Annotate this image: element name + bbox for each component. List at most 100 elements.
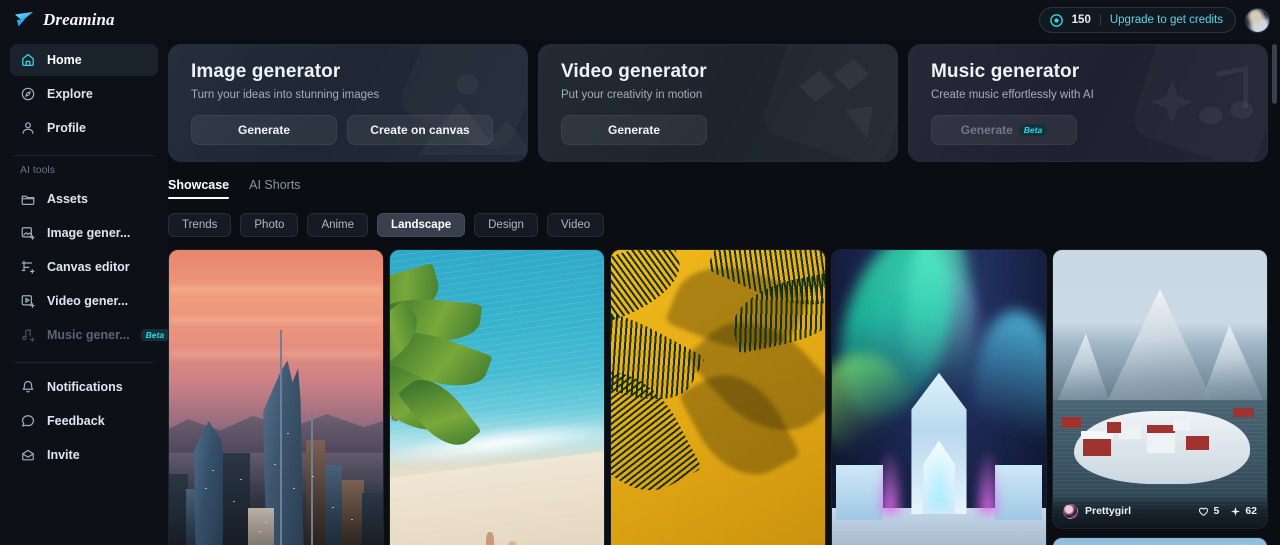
gallery-card[interactable]: Prettygirl 5 62 [1052,249,1268,529]
artwork-sky-clouds [1053,538,1267,545]
sidebar-item-label: Canvas editor [47,260,130,274]
sidebar-item-home[interactable]: Home [10,44,158,76]
card-subtitle: Create music effortlessly with AI [931,89,1094,101]
sidebar-item-canvas-editor[interactable]: Canvas editor [10,251,158,283]
coin-icon [1049,13,1063,27]
sidebar-item-explore[interactable]: Explore [10,78,158,110]
tab-label: Showcase [168,178,230,192]
sidebar-item-label: Invite [47,448,80,462]
dreamina-app: Dreamina 150 Upgrade to get credits Home… [0,0,1280,545]
card-buttons: Generate Create on canvas [191,115,509,145]
chip-design[interactable]: Design [474,213,538,237]
card-buttons: Generate [561,115,879,145]
chip-label: Video [560,219,591,231]
button-label: Generate [960,123,1013,137]
scrollbar-thumb[interactable] [1272,44,1277,104]
gallery-card[interactable] [389,249,605,545]
image-plus-icon [21,227,35,240]
video-generate-button[interactable]: Generate [561,115,707,145]
avatar[interactable] [1245,7,1270,33]
gallery-column: Prettygirl 5 62 [1052,249,1268,545]
sidebar-item-assets[interactable]: Assets [10,183,158,215]
chip-trends[interactable]: Trends [168,213,232,237]
sidebar-item-invite[interactable]: Invite [10,439,158,471]
music-generate-button[interactable]: Generate Beta [931,115,1077,145]
top-bar-right: 150 Upgrade to get credits [1038,7,1270,33]
sidebar-item-notifications[interactable]: Notifications [10,371,158,403]
sidebar-item-label: Explore [47,87,93,101]
sidebar-item-image-generator[interactable]: Image gener... [10,217,158,249]
showcase-gallery: Prettygirl 5 62 [168,249,1268,545]
sidebar: Home Explore Profile AI tools Assets Ima… [0,40,170,545]
image-generator-card[interactable]: Image generator Turn your ideas into stu… [168,44,528,162]
image-generate-button[interactable]: Generate [191,115,337,145]
beta-badge: Beta [1018,123,1048,137]
chip-anime[interactable]: Anime [307,213,369,237]
artwork-aurora-ice-palace [832,250,1046,545]
video-plus-icon [21,295,35,308]
gallery-card-next-row[interactable] [1052,537,1268,545]
sidebar-item-label: Music gener... [47,328,130,342]
generator-cards: Image generator Turn your ideas into stu… [168,44,1268,162]
music-plus-icon [22,329,35,342]
sidebar-section-label: AI tools [20,164,56,176]
use-count: 62 [1245,505,1257,517]
use-stat[interactable]: 62 [1230,505,1257,517]
credits-pill[interactable]: 150 Upgrade to get credits [1038,7,1236,33]
chip-video[interactable]: Video [546,213,605,237]
gallery-author[interactable]: Prettygirl [1063,503,1132,519]
sidebar-item-label: Image gener... [47,226,131,240]
chip-label: Photo [254,219,285,231]
author-avatar [1063,503,1078,519]
gallery-column [389,249,605,545]
gallery-card[interactable] [831,249,1047,545]
button-label: Generate [607,123,661,137]
card-title: Image generator [191,61,341,82]
like-count: 5 [1213,505,1220,517]
sidebar-item-feedback[interactable]: Feedback [10,405,158,437]
chip-label: Trends [182,219,218,231]
sidebar-item-video-generator[interactable]: Video gener... [10,285,158,317]
folder-icon [21,195,35,205]
brand-logo[interactable]: Dreamina [14,10,115,30]
chip-label: Landscape [391,219,452,231]
author-name: Prettygirl [1085,505,1132,517]
card-subtitle: Put your creativity in motion [561,89,703,101]
chip-photo[interactable]: Photo [240,213,299,237]
create-on-canvas-button[interactable]: Create on canvas [347,115,493,145]
chip-label: Anime [321,219,355,231]
gallery-column [168,249,384,545]
canvas-icon [21,260,35,274]
tab-ai-shorts[interactable]: AI Shorts [249,178,300,199]
artwork-palm-shadows-yellow [611,250,825,545]
home-icon [22,53,34,66]
sparkle-icon [1231,506,1241,516]
music-generator-card[interactable]: Music generator Create music effortlessl… [908,44,1268,162]
compass-icon [21,87,35,101]
sidebar-item-label: Home [47,53,82,67]
tab-label: AI Shorts [249,178,301,192]
artwork-tropical-beach [390,250,604,545]
card-title: Video generator [561,61,707,82]
sidebar-item-profile[interactable]: Profile [10,112,158,144]
heart-icon [1199,507,1209,516]
gallery-card[interactable] [168,249,384,545]
filter-chips: Trends Photo Anime Landscape Design Vide… [168,199,1268,249]
chip-landscape[interactable]: Landscape [377,213,466,237]
brand-name: Dreamina [43,10,115,29]
sidebar-item-label: Feedback [47,414,105,428]
gallery-card[interactable] [610,249,826,545]
card-subtitle: Turn your ideas into stunning images [191,89,380,101]
like-stat[interactable]: 5 [1198,505,1219,517]
video-generator-card[interactable]: Video generator Put your creativity in m… [538,44,898,162]
chip-label: Design [488,219,524,231]
gallery-card-footer: Prettygirl 5 62 [1053,494,1267,528]
upgrade-link[interactable]: Upgrade to get credits [1110,14,1223,26]
sidebar-item-music-generator[interactable]: Music gener... Beta [10,319,170,351]
gallery-stats: 5 62 [1198,505,1257,517]
invite-icon [22,449,34,461]
scrollbar-track[interactable] [1272,44,1277,545]
button-label: Generate [237,123,291,137]
tab-showcase[interactable]: Showcase [168,178,230,199]
